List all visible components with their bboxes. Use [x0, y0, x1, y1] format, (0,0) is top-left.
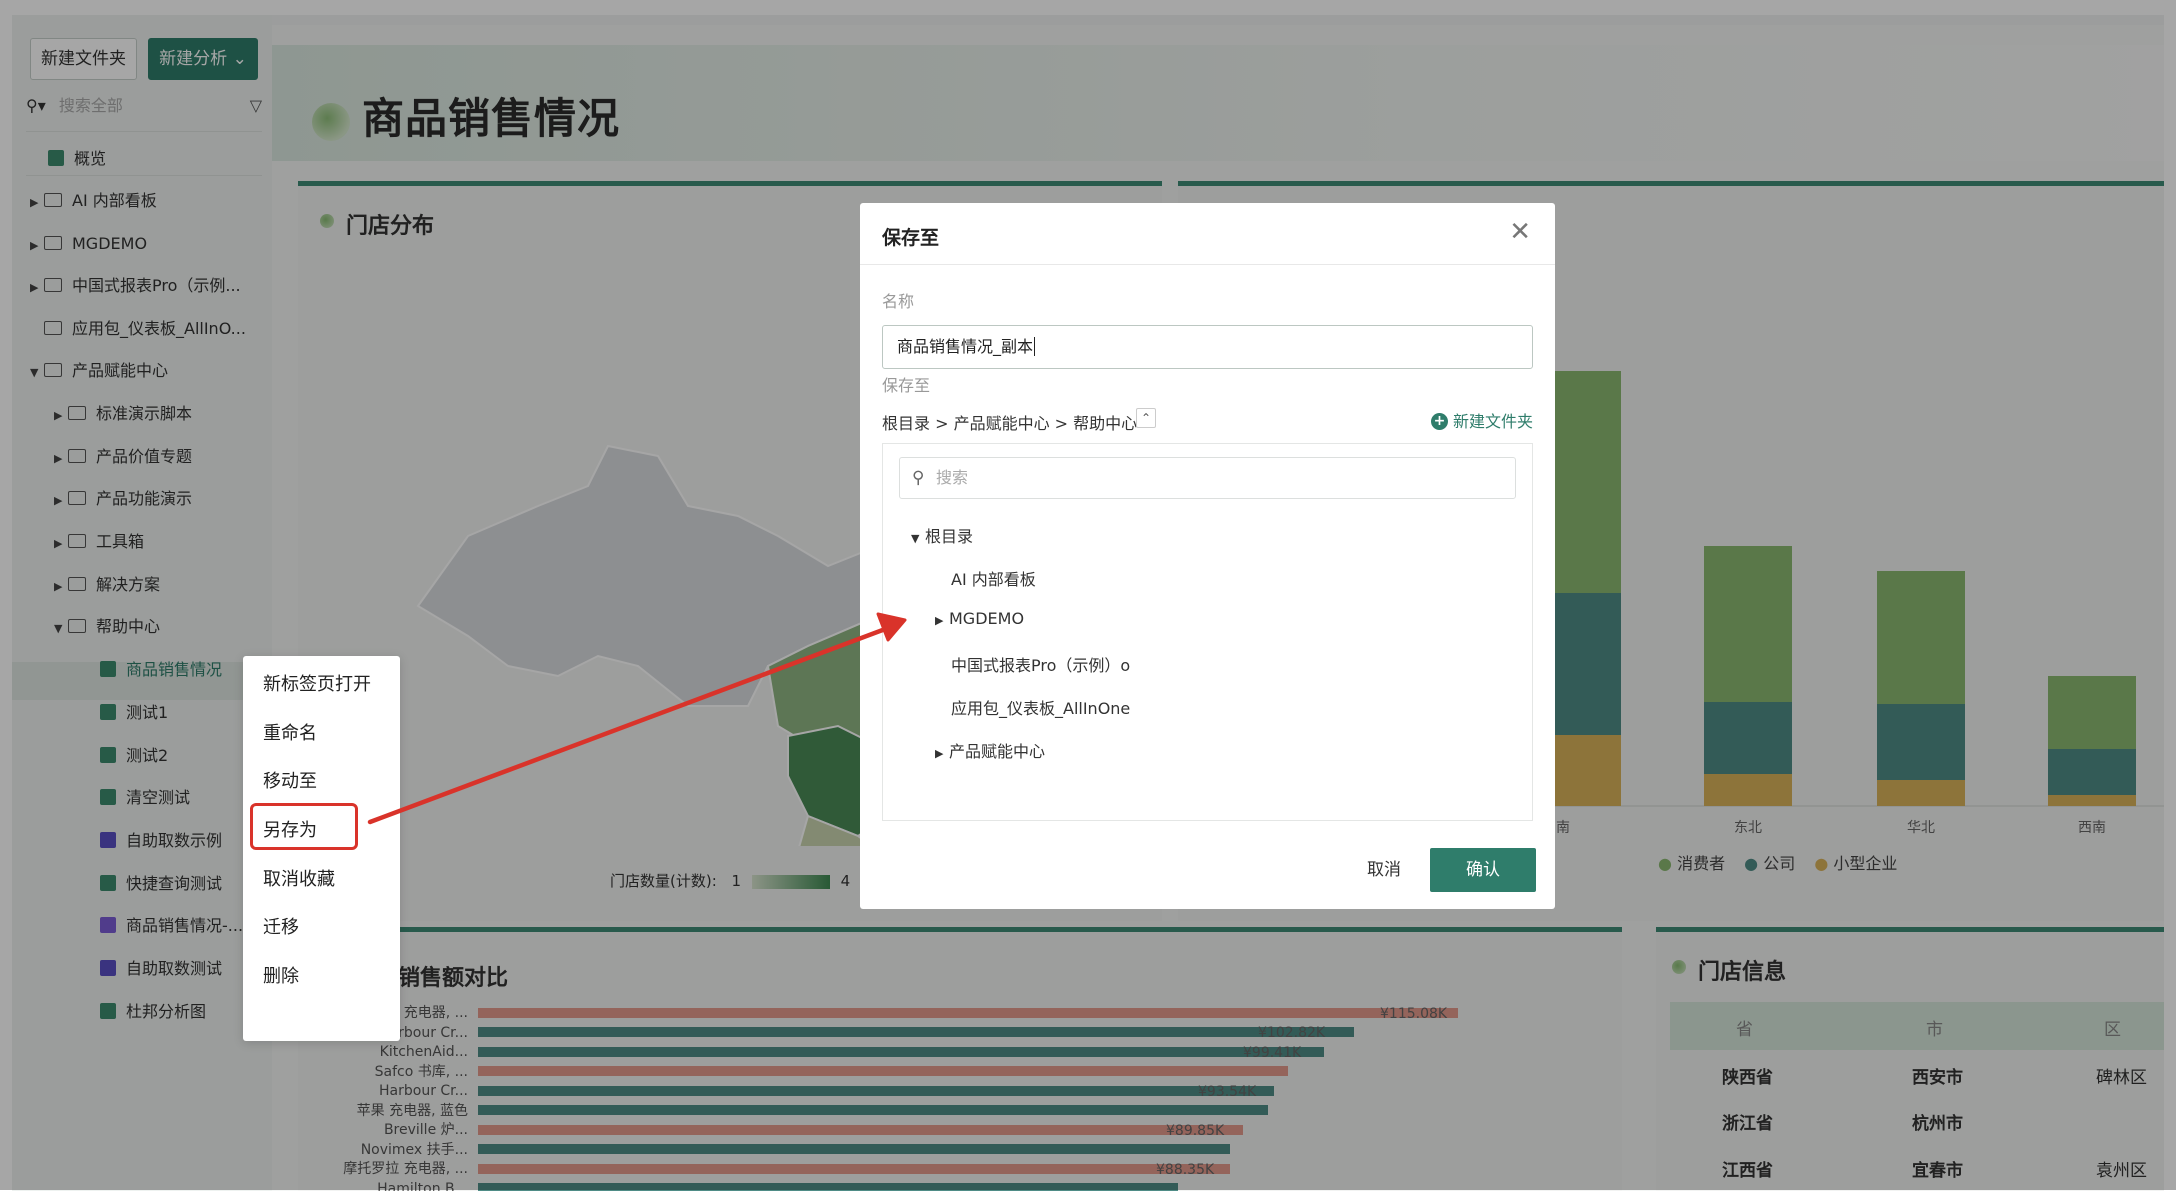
menu-migrate[interactable]: 迁移 — [263, 913, 299, 939]
folder-search-input[interactable]: ⚲ 搜索 — [899, 457, 1516, 499]
caret-down-icon: ▼ — [911, 532, 925, 545]
collapse-button[interactable]: ⌃ — [1136, 408, 1156, 428]
tree-node-label: 应用包_仪表板_AllInOne — [951, 699, 1130, 718]
menu-open-new-tab[interactable]: 新标签页打开 — [263, 670, 371, 696]
tree-node-china-report[interactable]: 中国式报表Pro（示例）o — [951, 652, 1130, 676]
tree-node-label: MGDEMO — [949, 609, 1024, 628]
search-icon: ⚲ — [912, 458, 924, 498]
menu-unfavorite[interactable]: 取消收藏 — [263, 865, 335, 891]
tree-node-label: 根目录 — [925, 527, 973, 546]
confirm-button[interactable]: 确认 — [1430, 848, 1536, 892]
name-input-value: 商品销售情况_副本 — [897, 337, 1033, 356]
menu-delete[interactable]: 删除 — [263, 962, 299, 988]
tree-node-label: AI 内部看板 — [951, 570, 1036, 589]
tree-node-ai-board[interactable]: AI 内部看板 — [951, 566, 1036, 590]
caret-right-icon: ▶ — [935, 747, 949, 760]
new-folder-label: 新建文件夹 — [1453, 412, 1533, 431]
close-icon[interactable]: ✕ — [1509, 217, 1531, 247]
cancel-button[interactable]: 取消 — [1342, 848, 1426, 892]
breadcrumb-path: 根目录 > 产品赋能中心 > 帮助中心 — [882, 410, 1137, 434]
tree-node-app-pack[interactable]: 应用包_仪表板_AllInOne — [951, 695, 1130, 719]
menu-move-to[interactable]: 移动至 — [263, 767, 317, 793]
save-as-highlight — [250, 803, 358, 850]
folder-search-placeholder: 搜索 — [936, 468, 968, 487]
dialog-title: 保存至 — [882, 223, 939, 250]
dialog-header: 保存至 ✕ — [860, 203, 1555, 265]
tree-node-mgdemo[interactable]: ▶MGDEMO — [935, 609, 1024, 628]
caret-right-icon: ▶ — [935, 614, 949, 627]
tree-node-product-center[interactable]: ▶产品赋能中心 — [935, 738, 1045, 762]
menu-rename[interactable]: 重命名 — [263, 719, 317, 745]
tree-node-label: 中国式报表Pro（示例）o — [951, 656, 1130, 675]
new-folder-link[interactable]: + 新建文件夹 — [1431, 408, 1533, 432]
name-label: 名称 — [882, 288, 914, 312]
tree-node-root[interactable]: ▼根目录 — [911, 523, 973, 547]
save-to-dialog: 保存至 ✕ 名称 商品销售情况_副本 保存至 根目录 > 产品赋能中心 > 帮助… — [860, 203, 1555, 909]
save-to-label: 保存至 — [882, 372, 930, 396]
folder-tree: ⚲搜索 ▼根目录 AI 内部看板 ▶MGDEMO 中国式报表Pro（示例）o 应… — [882, 443, 1533, 821]
plus-icon: + — [1431, 413, 1448, 430]
name-input[interactable]: 商品销售情况_副本 — [882, 325, 1533, 369]
tree-node-label: 产品赋能中心 — [949, 742, 1045, 761]
